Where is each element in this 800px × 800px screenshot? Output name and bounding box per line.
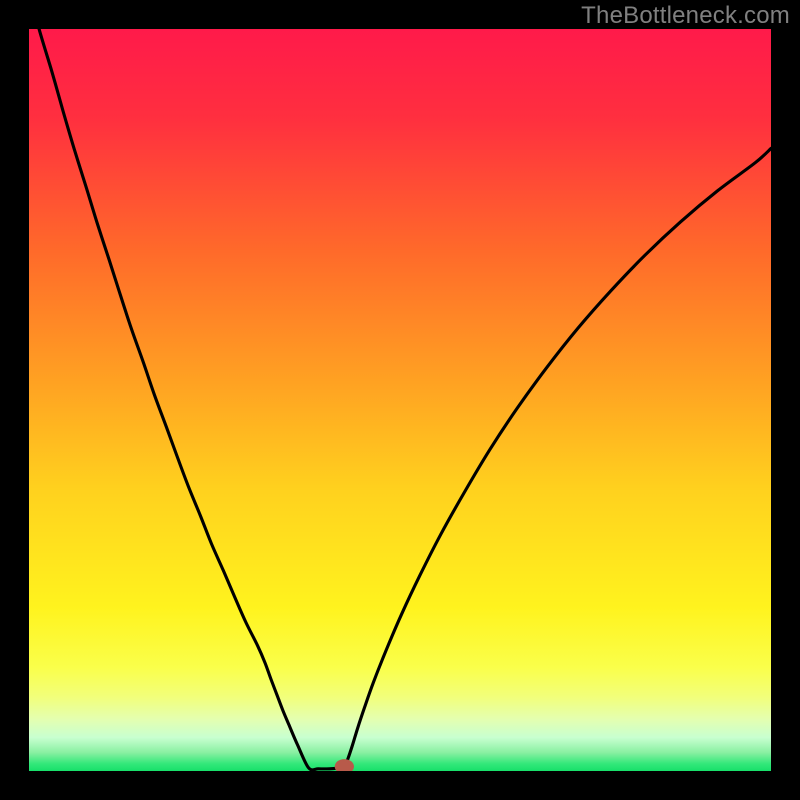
watermark-text: TheBottleneck.com	[581, 2, 790, 30]
bottleneck-chart	[29, 29, 771, 771]
chart-frame: TheBottleneck.com	[0, 0, 800, 800]
gradient-background	[29, 29, 771, 771]
